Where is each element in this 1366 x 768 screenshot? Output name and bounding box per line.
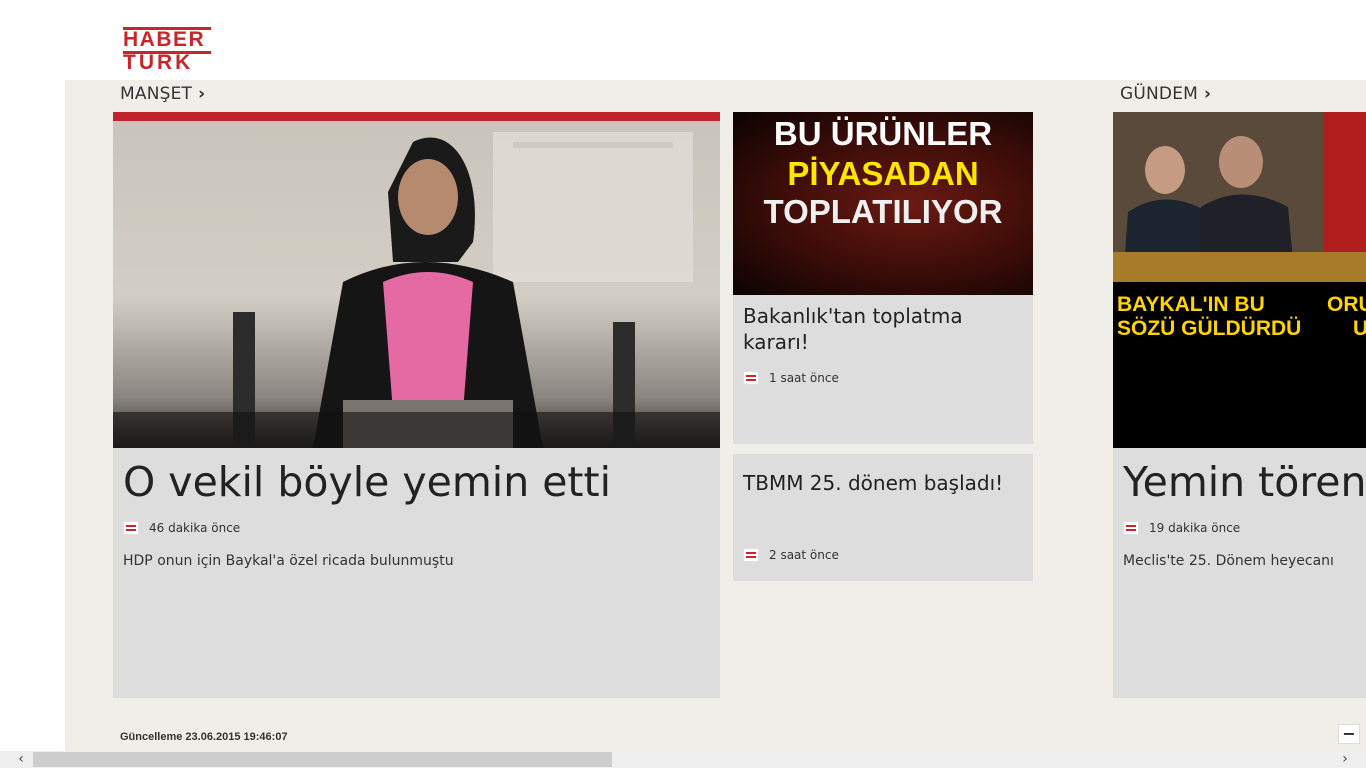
main-news-time: 46 dakika önce [149, 521, 241, 535]
gundem-photo-text-3: ORU [1327, 293, 1366, 316]
gundem-news-photo: BAYKAL'IN BU SÖZÜ GÜLDÜRDÜ ORU U [1113, 112, 1366, 448]
haberturk-logo[interactable]: HABER TURK [123, 27, 211, 74]
gundem-photo-text-2: SÖZÜ GÜLDÜRDÜ [1117, 317, 1302, 340]
gundem-news-meta: 19 dakika önce [1123, 521, 1240, 535]
haberturk-source-icon [123, 521, 139, 535]
section-gundem-label: GÜNDEM [1120, 84, 1199, 104]
side-news-time-1: 1 saat önce [769, 371, 839, 385]
photo-text-line3: TOPLATILIYOR [763, 193, 1003, 230]
gundem-news-summary: Meclis'te 25. Dönem heyecanı [1123, 553, 1334, 569]
photo-text-line2: PİYASADAN [787, 155, 979, 192]
haberturk-source-icon [743, 371, 759, 385]
section-manset[interactable]: MANŞET › [120, 84, 205, 104]
gundem-photo-text-4: U [1353, 317, 1366, 340]
side-news-headline-1: Bakanlık'tan toplatma kararı! [743, 304, 963, 354]
chevron-right-icon: › [1204, 84, 1212, 104]
main-news-summary: HDP onun için Baykal'a özel ricada bulun… [123, 553, 454, 569]
scroll-right-arrow-icon[interactable]: › [1336, 751, 1354, 768]
last-update-text: Güncelleme 23.06.2015 19:46:07 [120, 731, 288, 743]
top-bar: HABER TURK [0, 0, 1366, 80]
haberturk-source-icon [1123, 521, 1139, 535]
side-news-photo-1: BU ÜRÜNLER PİYASADAN TOPLATILIYOR [733, 112, 1033, 295]
gundem-photo-text-1: BAYKAL'IN BU [1117, 293, 1265, 316]
side-news-card-2[interactable]: TBMM 25. dönem başladı! 2 saat önce [733, 454, 1033, 581]
zoom-out-button[interactable]: − [1338, 724, 1360, 744]
scroll-left-arrow-icon[interactable]: ‹ [12, 751, 30, 768]
gundem-photo-illustration [1113, 112, 1366, 448]
app-window: HABER TURK MANŞET › GÜNDEM › O vekil böy… [0, 0, 1366, 768]
gundem-news-headline: Yemin töreni [1123, 458, 1366, 506]
main-news-photo [113, 112, 720, 448]
gundem-news-time: 19 dakika önce [1149, 521, 1241, 535]
logo-line1: HABER [123, 28, 206, 51]
photo-text-line1: BU ÜRÜNLER [773, 115, 993, 152]
side-news-headline-2: TBMM 25. dönem başladı! [743, 471, 1004, 495]
section-gundem[interactable]: GÜNDEM › [1120, 84, 1211, 104]
main-news-meta: 46 dakika önce [123, 521, 240, 535]
side-news-time-2: 2 saat önce [769, 548, 839, 562]
logo-line2: TURK [123, 51, 194, 74]
haberturk-source-icon [743, 548, 759, 562]
side-news-meta-1: 1 saat önce [743, 371, 839, 385]
gundem-news-card[interactable]: BAYKAL'IN BU SÖZÜ GÜLDÜRDÜ ORU U Yemin t… [1113, 112, 1366, 698]
scrollbar-thumb[interactable] [33, 752, 612, 767]
side-news-meta-2: 2 saat önce [743, 548, 839, 562]
main-news-headline: O vekil böyle yemin etti [123, 458, 611, 506]
main-photo-illustration [113, 112, 720, 448]
section-manset-label: MANŞET [120, 84, 193, 104]
chevron-right-icon: › [198, 84, 206, 104]
side-news-card-1[interactable]: BU ÜRÜNLER PİYASADAN TOPLATILIYOR Bakanl… [733, 112, 1033, 444]
main-news-card[interactable]: O vekil böyle yemin etti 46 dakika önce … [113, 112, 720, 698]
horizontal-scrollbar[interactable]: ‹ › [0, 751, 1366, 768]
